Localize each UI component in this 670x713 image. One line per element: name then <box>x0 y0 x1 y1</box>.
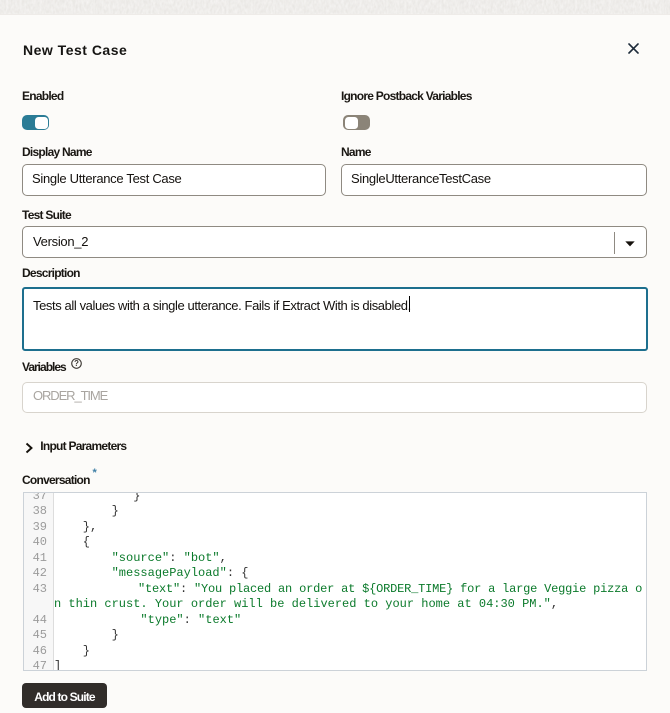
svg-text:?: ? <box>74 359 79 368</box>
